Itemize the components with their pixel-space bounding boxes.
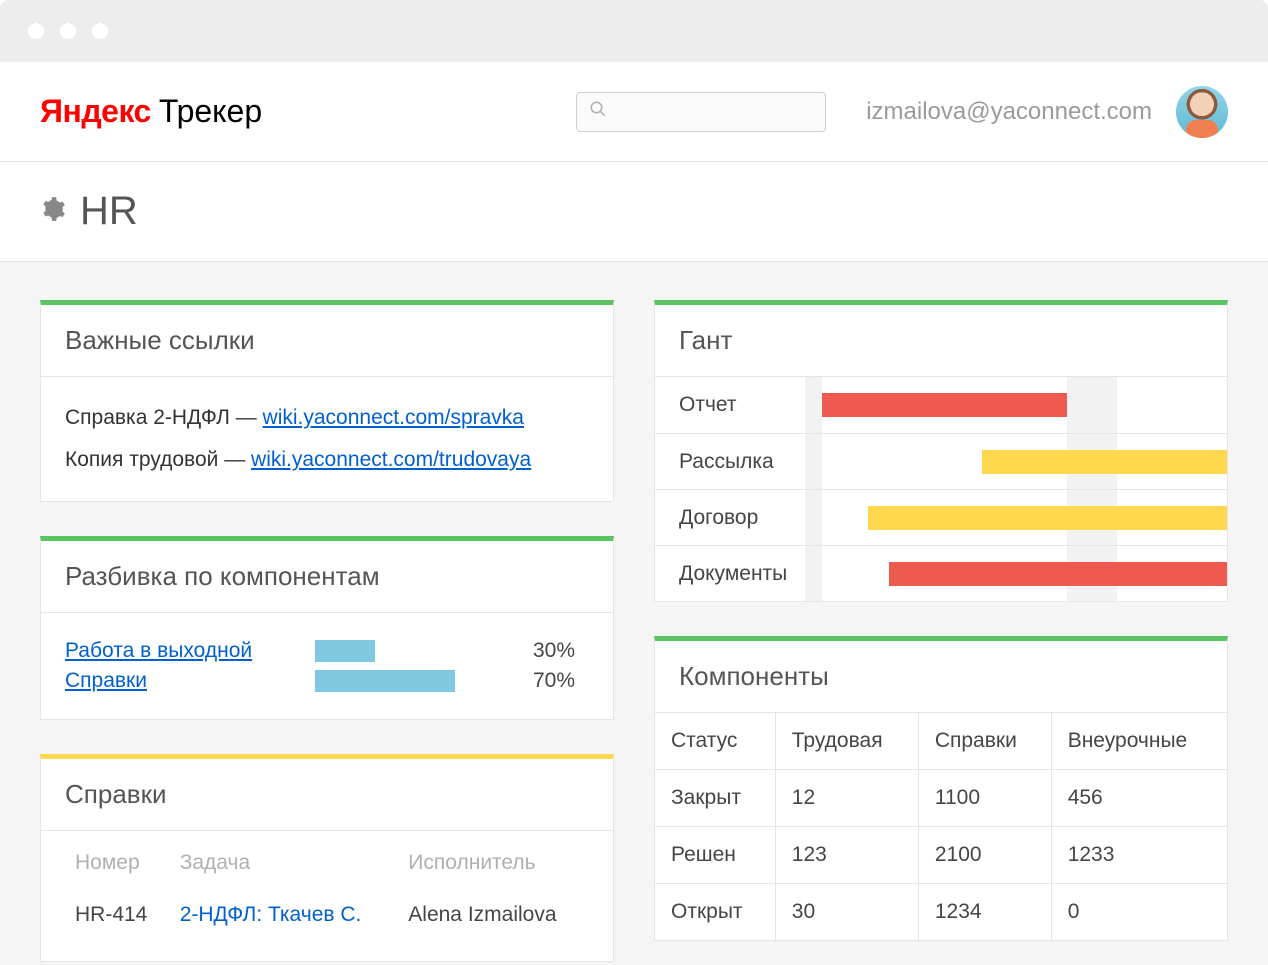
gantt-label: Договор: [655, 506, 805, 530]
panel-body: Справка 2-НДФЛ — wiki.yaconnect.com/spra…: [41, 377, 613, 501]
breakdown-row: Справки 70%: [65, 669, 589, 693]
table-row: Решен 123 2100 1233: [655, 827, 1228, 884]
panel-title: Важные ссылки: [41, 305, 613, 377]
gantt-row: Документы: [655, 545, 1227, 601]
breakdown-bar-wrap: [315, 670, 515, 692]
dashboard-col-right: Гант Отчет Рассылка До: [654, 300, 1228, 927]
breakdown-bar: [315, 640, 375, 662]
page-title: HR: [80, 189, 138, 234]
col-id: Номер: [65, 837, 170, 889]
panel-gantt: Гант Отчет Рассылка До: [654, 300, 1228, 602]
user-email[interactable]: izmailova@yaconnect.com: [866, 98, 1152, 126]
app-logo[interactable]: Яндекс Трекер: [40, 93, 262, 130]
gear-icon[interactable]: [40, 196, 66, 227]
table-row: Открыт 30 1234 0: [655, 884, 1228, 941]
link-label: Справка 2-НДФЛ: [65, 406, 230, 429]
col-trudovaya: Трудовая: [775, 713, 918, 770]
gantt-track: [805, 546, 1227, 601]
window-dot-min[interactable]: [60, 23, 76, 39]
gantt-label: Рассылка: [655, 450, 805, 474]
gantt-bar[interactable]: [889, 562, 1227, 586]
link-row: Копия трудовой — wiki.yaconnect.com/trud…: [65, 439, 589, 481]
dashboard: Важные ссылки Справка 2-НДФЛ — wiki.yaco…: [0, 262, 1268, 965]
components-table: Статус Трудовая Справки Внеурочные Закры…: [654, 712, 1228, 941]
tickets-table: Номер Задача Исполнитель HR-414 2-НДФЛ: …: [65, 837, 589, 941]
ticket-assignee: Alena Izmailova: [398, 889, 589, 941]
gantt-track: [805, 377, 1227, 433]
col-vneurochnye: Внеурочные: [1051, 713, 1227, 770]
gantt-bar[interactable]: [982, 450, 1227, 474]
breakdown-label[interactable]: Справки: [65, 669, 315, 693]
panel-breakdown: Разбивка по компонентам Работа в выходно…: [40, 536, 614, 720]
col-assignee: Исполнитель: [398, 837, 589, 889]
link-dash: —: [230, 406, 263, 429]
cell: 1100: [918, 770, 1051, 827]
panel-body: Номер Задача Исполнитель HR-414 2-НДФЛ: …: [41, 831, 613, 961]
breakdown-bar-wrap: [315, 640, 515, 662]
gantt-track: [805, 434, 1227, 489]
gantt-row: Договор: [655, 489, 1227, 545]
app-header: Яндекс Трекер izmailova@yaconnect.com: [0, 62, 1268, 162]
gantt-bar[interactable]: [822, 393, 1067, 417]
logo-brand: Яндекс: [40, 93, 151, 130]
col-task: Задача: [170, 837, 399, 889]
breakdown-row: Работа в выходной 30%: [65, 639, 589, 663]
dashboard-col-left: Важные ссылки Справка 2-НДФЛ — wiki.yaco…: [40, 300, 614, 927]
logo-product: Трекер: [159, 93, 262, 130]
search-icon: [589, 100, 607, 123]
cell: 1234: [918, 884, 1051, 941]
link-dash: —: [218, 448, 251, 471]
gantt-bar[interactable]: [868, 506, 1227, 530]
panel-tickets: Справки Номер Задача Исполнитель HR-414 …: [40, 754, 614, 962]
cell: 30: [775, 884, 918, 941]
panel-components: Компоненты Статус Трудовая Справки Внеур…: [654, 636, 1228, 941]
panel-title: Справки: [41, 759, 613, 831]
cell: Закрыт: [655, 770, 776, 827]
cell: 12: [775, 770, 918, 827]
cell: Решен: [655, 827, 776, 884]
cell: 1233: [1051, 827, 1227, 884]
window-titlebar: [0, 0, 1268, 62]
gantt-label: Отчет: [655, 393, 805, 417]
table-header-row: Номер Задача Исполнитель: [65, 837, 589, 889]
panel-title: Компоненты: [655, 641, 1227, 713]
gantt-label: Документы: [655, 562, 805, 586]
panel-title: Разбивка по компонентам: [41, 541, 613, 613]
window-dot-max[interactable]: [92, 23, 108, 39]
link-url[interactable]: wiki.yaconnect.com/trudovaya: [251, 448, 531, 471]
breakdown-bar: [315, 670, 455, 692]
gantt-row: Отчет: [655, 377, 1227, 433]
table-row: Закрыт 12 1100 456: [655, 770, 1228, 827]
gantt-body: Отчет Рассылка Договор: [655, 377, 1227, 601]
gantt-track: [805, 490, 1227, 545]
window-dot-close[interactable]: [28, 23, 44, 39]
cell: 2100: [918, 827, 1051, 884]
search-input[interactable]: [615, 103, 822, 121]
ticket-id: HR-414: [65, 889, 170, 941]
gantt-row: Рассылка: [655, 433, 1227, 489]
col-spravki: Справки: [918, 713, 1051, 770]
avatar[interactable]: [1176, 86, 1228, 138]
table-row[interactable]: HR-414 2-НДФЛ: Ткачев С. Alena Izmailova: [65, 889, 589, 941]
ticket-task[interactable]: 2-НДФЛ: Ткачев С.: [170, 889, 399, 941]
breakdown-label[interactable]: Работа в выходной: [65, 639, 315, 663]
col-status: Статус: [655, 713, 776, 770]
link-row: Справка 2-НДФЛ — wiki.yaconnect.com/spra…: [65, 397, 589, 439]
cell: 123: [775, 827, 918, 884]
panel-title: Гант: [655, 305, 1227, 377]
table-header-row: Статус Трудовая Справки Внеурочные: [655, 713, 1228, 770]
cell: Открыт: [655, 884, 776, 941]
link-label: Копия трудовой: [65, 448, 218, 471]
page-title-bar: HR: [0, 162, 1268, 262]
panel-important-links: Важные ссылки Справка 2-НДФЛ — wiki.yaco…: [40, 300, 614, 502]
search-input-wrap[interactable]: [576, 92, 826, 132]
link-url[interactable]: wiki.yaconnect.com/spravka: [263, 406, 524, 429]
breakdown-pct: 30%: [533, 639, 575, 663]
cell: 0: [1051, 884, 1227, 941]
breakdown-pct: 70%: [533, 669, 575, 693]
panel-body: Работа в выходной 30% Справки 70%: [41, 613, 613, 719]
cell: 456: [1051, 770, 1227, 827]
